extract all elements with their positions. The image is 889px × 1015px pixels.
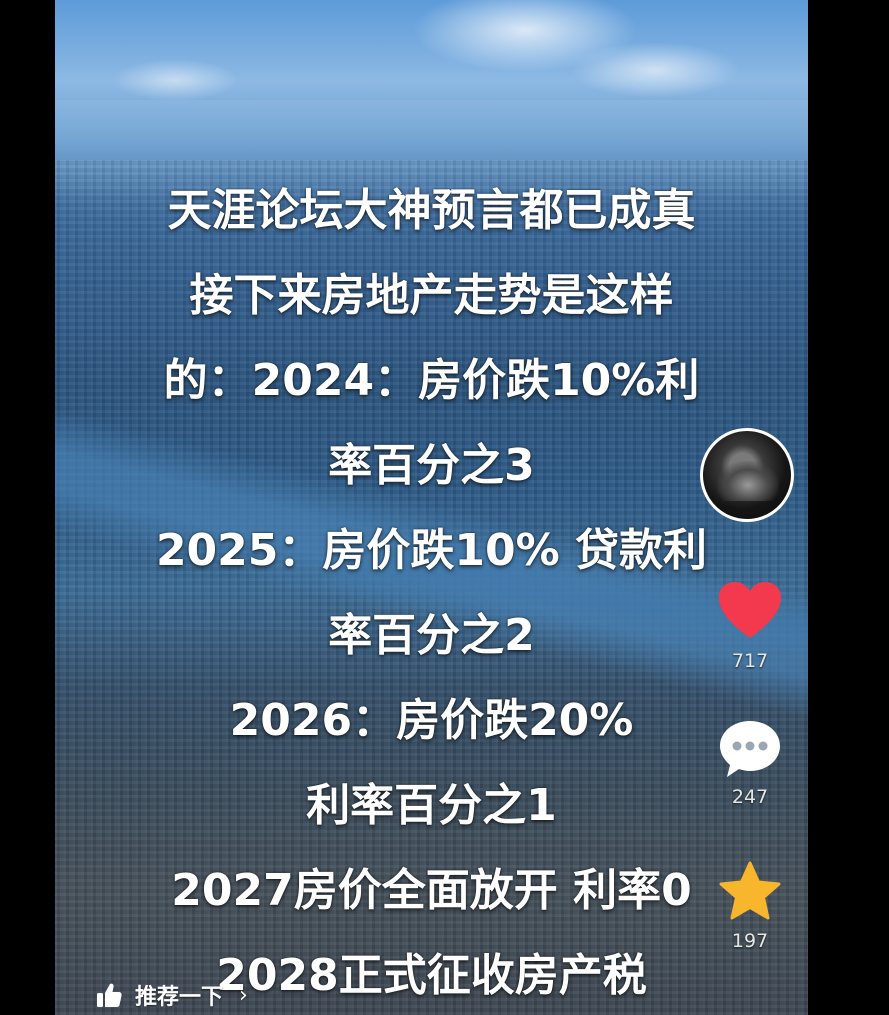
recommend-button[interactable]: 推荐一下 › [95,978,248,1012]
video-caption: 天涯论坛大神预言都已成真 接下来房地产走势是这样 的：2024：房价跌10%利 … [55,168,808,1015]
letterbox-right [808,0,889,1015]
caption-line: 天涯论坛大神预言都已成真 [167,185,696,236]
recommend-label: 推荐一下 [135,985,224,1010]
caption-line: 的：2024：房价跌10%利 [163,355,700,406]
like-button[interactable]: 717 [710,580,790,672]
favorite-button[interactable]: 197 [710,860,790,952]
comment-button[interactable]: 247 [710,718,790,808]
author-avatar[interactable] [700,428,794,522]
chevron-right-icon: › [239,982,248,1008]
caption-line: 利率百分之1 [306,780,557,831]
caption-line: 2027房价全面放开 利率0 [171,865,692,916]
like-count: 717 [731,650,769,672]
caption-line: 率百分之2 [328,610,535,661]
avatar-image [717,461,779,501]
caption-line: 率百分之3 [328,440,535,491]
caption-line: 接下来房地产走势是这样 [189,270,674,321]
comment-count: 247 [731,786,769,808]
caption-line: 2026：房价跌20% [229,695,634,746]
letterbox-left [0,0,55,1015]
caption-line: 2025：房价跌10% 贷款利 [155,525,708,576]
comment-bubble-icon [720,721,780,777]
heart-icon [719,582,781,638]
thumbs-up-icon [97,983,122,1007]
star-icon [719,861,781,920]
video-player[interactable]: 天涯论坛大神预言都已成真 接下来房地产走势是这样 的：2024：房价跌10%利 … [0,0,889,1015]
favorite-count: 197 [731,930,769,952]
